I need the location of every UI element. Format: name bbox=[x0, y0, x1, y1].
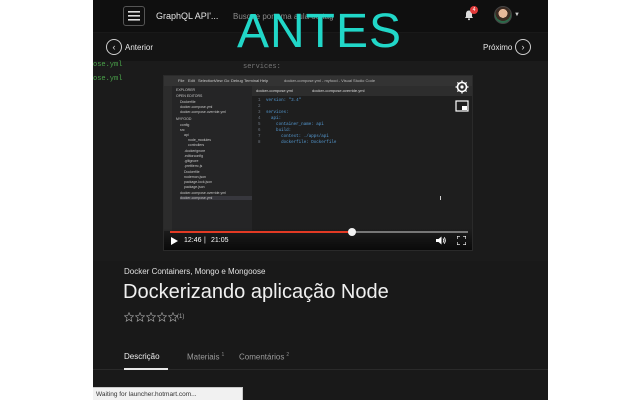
total-time: 21:05 bbox=[211, 237, 229, 244]
lesson-tabs: Descrição Materiais 1 Comentários 2 bbox=[93, 340, 548, 370]
editor-tab: docker-compose.override.yml bbox=[312, 88, 365, 93]
explorer-row: MYFOOD bbox=[176, 117, 192, 121]
tab-materials[interactable]: Materiais 1 bbox=[187, 352, 224, 362]
code-editor: 1 version: "3.4" 2 3 services: 4 api: 5 co… bbox=[252, 96, 472, 231]
explorer-row: package-lock.json bbox=[184, 180, 213, 184]
avatar[interactable] bbox=[494, 6, 512, 24]
chevron-right-icon[interactable]: › bbox=[515, 39, 531, 55]
code-line: 4 api: bbox=[258, 117, 282, 121]
star-icon[interactable] bbox=[124, 312, 134, 322]
chevron-down-icon[interactable]: ▼ bbox=[514, 12, 520, 18]
explorer-row: controllers bbox=[188, 143, 205, 147]
explorer-row: .editorconfig bbox=[184, 154, 204, 158]
explorer-row-selected: docker-compose.yml bbox=[180, 196, 254, 200]
star-rating[interactable] bbox=[124, 312, 178, 322]
editor-menu-item: File bbox=[178, 78, 185, 83]
video-player[interactable]: File Edit Selection View Go Debug Termin… bbox=[163, 75, 473, 251]
star-icon[interactable] bbox=[135, 312, 145, 322]
app-window: GraphQL API'... Busque por uma aula ou t… bbox=[93, 0, 548, 400]
code-line: 2 bbox=[258, 105, 261, 109]
editor-explorer: EXPLORER OPEN EDITORS Dockerfile docker-… bbox=[172, 86, 254, 231]
editor-menu-item: Debug bbox=[231, 78, 243, 83]
time-separator: | bbox=[204, 237, 206, 244]
code-line: 7 context: ./apps/api bbox=[258, 135, 329, 139]
bg-code-line: ose.yml bbox=[93, 75, 123, 83]
volume-icon[interactable] bbox=[436, 236, 446, 245]
explorer-row: OPEN EDITORS bbox=[176, 94, 203, 98]
editor-menu-item: Edit bbox=[188, 78, 195, 83]
bg-code-line: ose.yml bbox=[93, 61, 123, 69]
notification-badge: 4 bbox=[470, 6, 478, 14]
star-icon[interactable] bbox=[157, 312, 167, 322]
editor-menu-item: Go bbox=[224, 78, 230, 83]
tab-comments[interactable]: Comentários 2 bbox=[239, 352, 289, 362]
rating-count: (1) bbox=[177, 314, 185, 320]
code-line: 1 version: "3.4" bbox=[258, 99, 302, 103]
video-progress-fill bbox=[170, 231, 352, 233]
video-progress-handle[interactable] bbox=[347, 228, 356, 236]
overlay-text: ANTES bbox=[237, 5, 403, 58]
editor-menu-item: View bbox=[214, 78, 223, 83]
code-line: 3 services: bbox=[258, 111, 289, 115]
code-line: 5 container_name: api bbox=[258, 123, 324, 127]
editor-menu-item: Help bbox=[260, 78, 269, 83]
tab-description[interactable]: Descrição bbox=[124, 352, 160, 361]
explorer-row: node_modules bbox=[188, 138, 211, 142]
lesson-module: Docker Containers, Mongo e Mongoose bbox=[124, 267, 266, 276]
fullscreen-icon[interactable] bbox=[457, 236, 466, 245]
tab-count: 2 bbox=[286, 352, 290, 358]
bg-code-line: services: bbox=[243, 63, 281, 71]
chevron-left-icon[interactable]: ‹ bbox=[106, 39, 122, 55]
explorer-row: .dockerignore bbox=[184, 149, 206, 153]
editor-tab: docker-compose.yml bbox=[256, 88, 293, 93]
text-cursor bbox=[440, 196, 441, 200]
browser-status-bar: Waiting for launcher.hotmart.com... bbox=[93, 387, 243, 400]
explorer-row: nodemon.json bbox=[184, 175, 206, 179]
explorer-row: Dockerfile bbox=[180, 100, 196, 104]
previous-lesson-button[interactable]: Anterior bbox=[125, 43, 153, 52]
hamburger-icon bbox=[128, 11, 140, 21]
explorer-row: .gitignore bbox=[184, 159, 199, 163]
picture-in-picture-icon[interactable] bbox=[455, 100, 469, 112]
code-line: 6 build: bbox=[258, 129, 292, 133]
code-line: 8 dockerfile: Dockerfile bbox=[258, 141, 337, 145]
video-progress-bar[interactable] bbox=[170, 228, 468, 236]
active-tab-indicator bbox=[124, 368, 168, 370]
explorer-row: docker-compose.yml bbox=[180, 105, 213, 109]
editor-menu-item: Selection bbox=[198, 78, 215, 83]
next-lesson-button[interactable]: Próximo bbox=[483, 43, 512, 52]
menu-button[interactable] bbox=[123, 6, 145, 26]
explorer-row: docker-compose.override.yml bbox=[180, 110, 226, 114]
tab-count: 1 bbox=[221, 352, 225, 358]
explorer-row: Dockerfile bbox=[184, 170, 200, 174]
play-icon[interactable] bbox=[170, 237, 178, 245]
explorer-row: .prettierrc.js bbox=[184, 164, 203, 168]
star-icon[interactable] bbox=[146, 312, 156, 322]
editor-window-title: docker-compose.yml - myfood - Visual Stu… bbox=[284, 78, 376, 83]
editor-menu-item: Terminal bbox=[244, 78, 260, 83]
explorer-row: EXPLORER bbox=[176, 88, 196, 92]
explorer-row: config bbox=[180, 123, 190, 127]
explorer-row: package.json bbox=[184, 185, 205, 189]
explorer-row: docker-compose.override.yml bbox=[180, 191, 226, 195]
lesson-title: Dockerizando aplicação Node bbox=[123, 281, 389, 303]
explorer-row: api bbox=[184, 133, 189, 137]
current-time: 12:46 bbox=[184, 237, 202, 244]
editor-tabs: docker-compose.yml docker-compose.overri… bbox=[252, 86, 472, 96]
explorer-row: src bbox=[180, 128, 185, 132]
editor-activity-bar bbox=[164, 86, 172, 231]
course-title[interactable]: GraphQL API'... bbox=[156, 11, 218, 21]
gear-icon[interactable] bbox=[455, 80, 469, 94]
editor-title-bar: File Edit Selection View Go Debug Termin… bbox=[164, 76, 472, 86]
